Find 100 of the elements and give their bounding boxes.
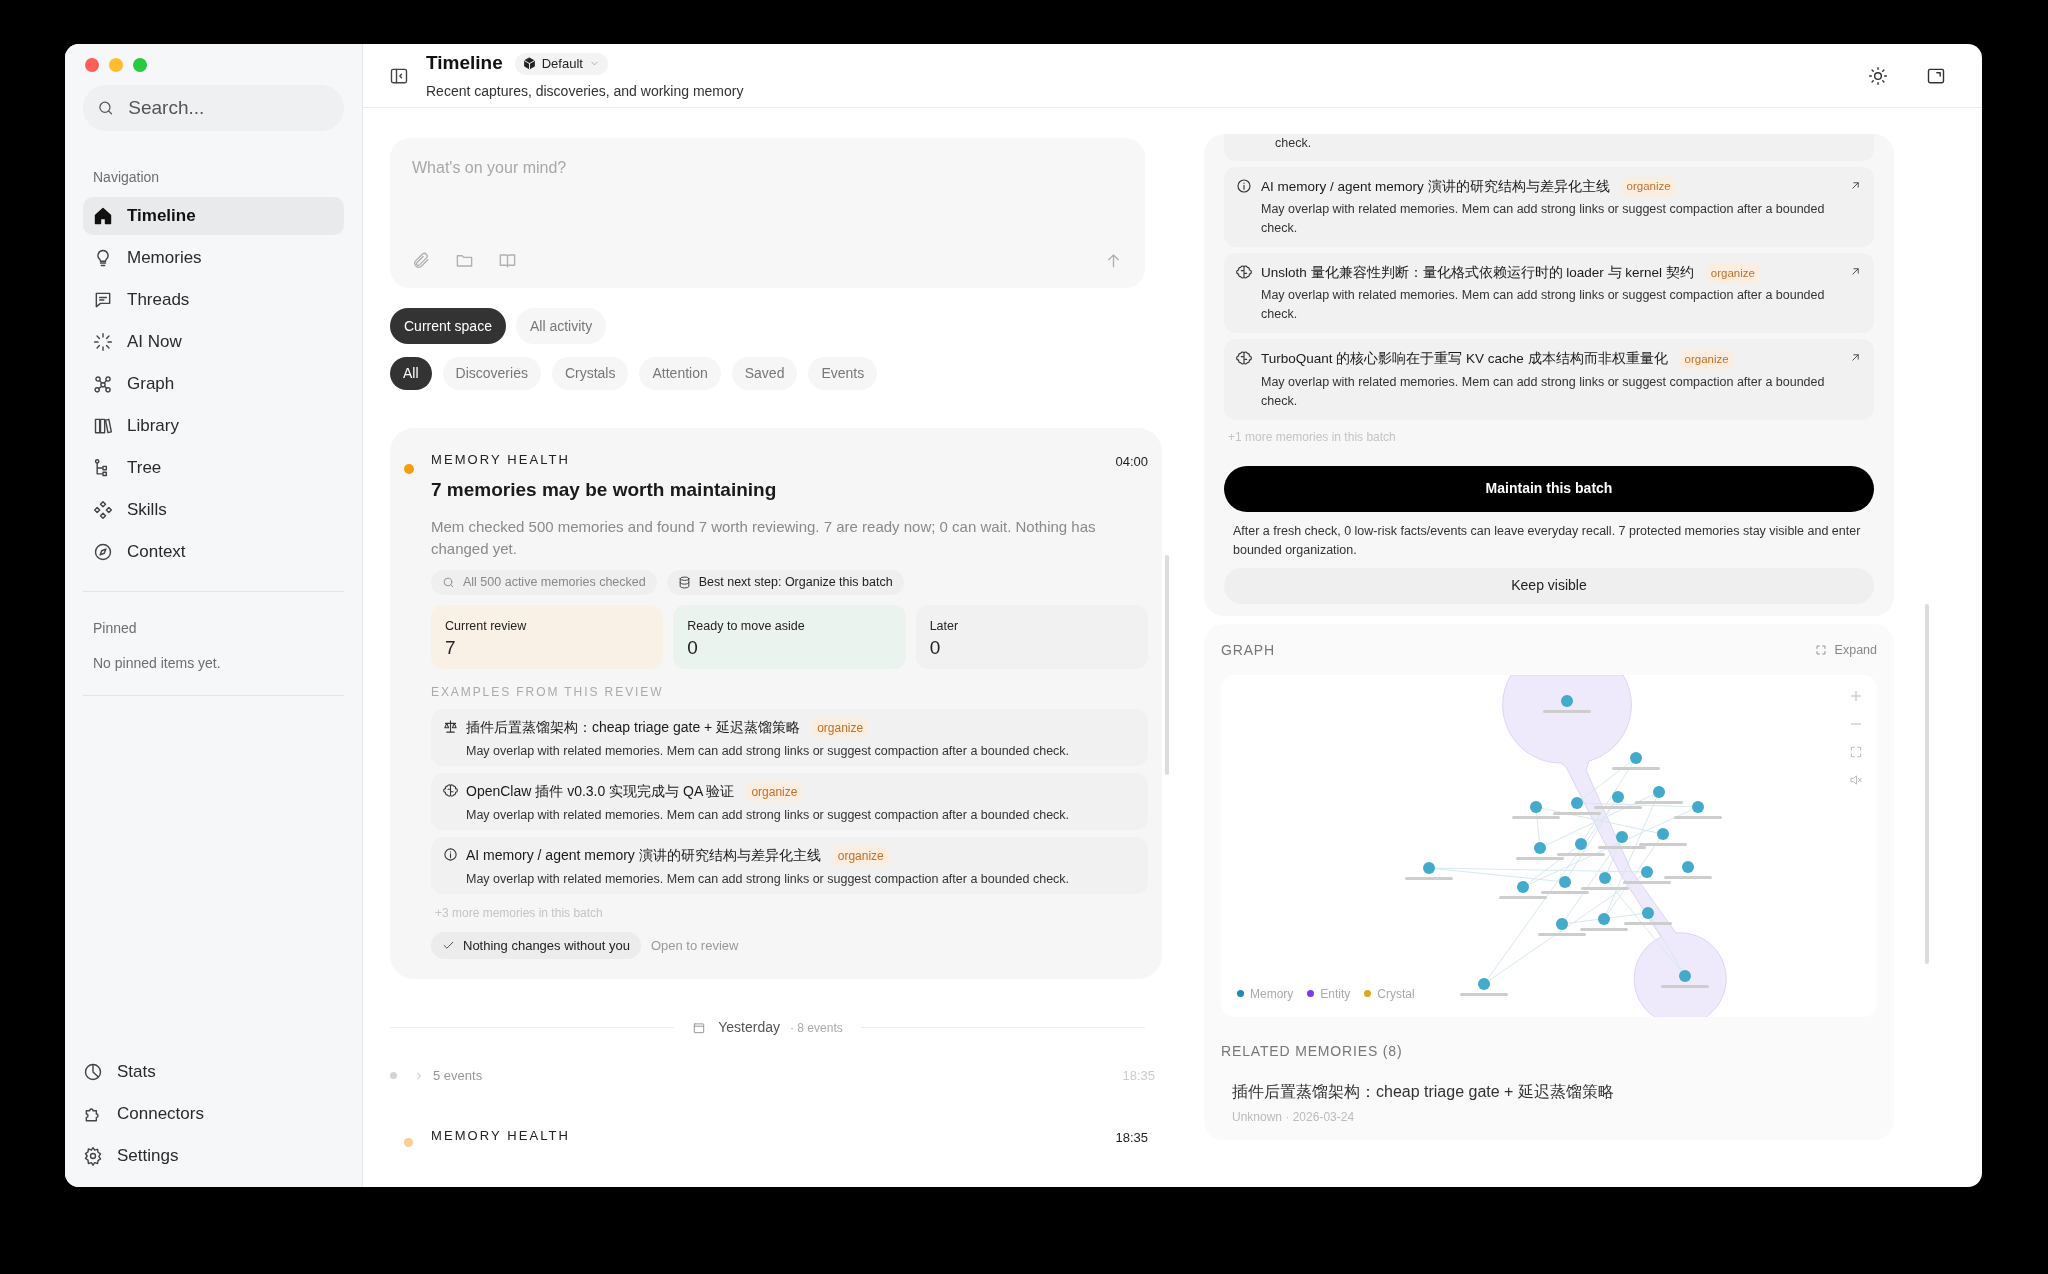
- graph-node[interactable]: [1512, 800, 1560, 819]
- window-control[interactable]: [109, 58, 123, 72]
- status-chip: Nothing changes without you: [431, 932, 641, 959]
- graph-node[interactable]: [1612, 751, 1660, 770]
- expand-icon: [1814, 644, 1827, 656]
- check-icon: [442, 939, 455, 952]
- graph-node[interactable]: [1516, 841, 1564, 860]
- graph-node[interactable]: [1543, 694, 1591, 713]
- nav-item[interactable]: Memories: [83, 239, 344, 277]
- graph-node[interactable]: [1674, 800, 1722, 819]
- fit-view-icon[interactable]: [1849, 744, 1863, 759]
- filter-chip[interactable]: Attention: [639, 357, 721, 390]
- nav-item[interactable]: Settings: [83, 1137, 344, 1175]
- graph-node[interactable]: [1405, 861, 1453, 880]
- memory-item[interactable]: 插件后置蒸馏架构：cheap triage gate + 延迟蒸馏策略 organize May overlap with related memories. Mem can add strong links or suggest compaction after a bounded check.: [431, 709, 1148, 766]
- graph-node[interactable]: [1557, 837, 1605, 856]
- graph-node[interactable]: [1541, 875, 1589, 894]
- graph-node[interactable]: [1580, 912, 1628, 931]
- memory-meta: Unknown · 2026-03-24: [1232, 1108, 1356, 1126]
- graph-node[interactable]: [1538, 917, 1586, 936]
- memory-item[interactable]: Unsloth 量化兼容性判断：量化格式依赖运行时的 loader 与 kernel 契约 organize May overlap with related memories. Mem can add strong links or suggest compaction after a bounded check.: [1224, 253, 1874, 334]
- graph-node[interactable]: [1623, 865, 1671, 884]
- date-label: Yesterday: [718, 1018, 781, 1037]
- nav-item[interactable]: Timeline: [83, 197, 344, 235]
- loader-icon: [93, 332, 113, 352]
- memory-description: check.: [1275, 135, 1313, 152]
- arrow-up-right-icon[interactable]: [1849, 265, 1862, 278]
- filter-chip[interactable]: Events: [808, 357, 878, 390]
- scrollbar[interactable]: [1925, 604, 1929, 964]
- graph-node[interactable]: [1460, 977, 1508, 996]
- memory-title[interactable]: 插件后置蒸馏架构：cheap triage gate + 延迟蒸馏策略: [1232, 1079, 1877, 1104]
- memory-item[interactable]: TurboQuant 的核心影响在于重写 KV cache 成本结构而非权重量化 organize May overlap with related memories. Mem can add strong links or suggest compaction after a bounded check.: [1224, 339, 1874, 420]
- stat-value: 0: [929, 635, 942, 660]
- memory-description: May overlap with related memories. Mem can add strong links or suggest compaction after a bounded check.: [466, 743, 1070, 760]
- graph-node[interactable]: [1594, 790, 1642, 809]
- filter-chip[interactable]: All: [390, 357, 432, 390]
- message-icon: [93, 290, 113, 310]
- mute-icon[interactable]: [1849, 772, 1863, 787]
- memory-item[interactable]: AI memory / agent memory 演讲的研究结构与差异化主线 organize May overlap with related memories. Mem can add strong links or suggest compaction after a bounded check.: [431, 837, 1148, 894]
- memory-title: 插件后置蒸馏架构：cheap triage gate + 延迟蒸馏策略: [466, 718, 801, 737]
- memory-description: May overlap with related memories. Mem can add strong links or suggest compaction after a bounded check.: [1261, 287, 1826, 324]
- search-field[interactable]: Search...: [83, 85, 344, 131]
- tag: organize: [1679, 349, 1734, 369]
- nav-item[interactable]: Library: [83, 407, 344, 445]
- window-control[interactable]: [85, 58, 99, 72]
- memory-item[interactable]: OpenClaw 插件 v0.3.0 实现完成与 QA 验证 organize May overlap with related memories. Mem can add strong links or suggest compaction after a bounded check.: [431, 773, 1148, 830]
- network-icon: [93, 374, 113, 394]
- scrollbar[interactable]: [1165, 555, 1169, 775]
- balance-icon: [443, 719, 458, 734]
- nav-item[interactable]: Skills: [83, 491, 344, 529]
- empty-state-text: No pinned items yet.: [92, 654, 222, 673]
- secondary-button[interactable]: Keep visible: [1224, 567, 1874, 604]
- composer-field[interactable]: What's on your mind?: [390, 138, 1145, 288]
- nav-item[interactable]: Tree: [83, 449, 344, 487]
- memory-title: OpenClaw 插件 v0.3.0 实现完成与 QA 验证: [466, 782, 735, 801]
- section-heading: Navigation: [92, 168, 161, 187]
- memory-description: May overlap with related memories. Mem can add strong links or suggest compaction after a bounded check.: [466, 807, 1070, 824]
- nav-item[interactable]: Context: [83, 533, 344, 571]
- settings-icon: [83, 1146, 103, 1166]
- primary-button[interactable]: Maintain this batch: [1224, 465, 1874, 512]
- filter-chip[interactable]: Crystals: [551, 357, 629, 390]
- graph-node[interactable]: [1661, 969, 1709, 988]
- scope-tab[interactable]: All activity: [515, 308, 607, 344]
- graph-node[interactable]: [1639, 827, 1687, 846]
- nav-item[interactable]: Connectors: [83, 1095, 344, 1133]
- search-input[interactable]: Search...: [128, 93, 330, 123]
- memory-item[interactable]: check.: [1224, 134, 1874, 161]
- event-title: 7 memories may be worth maintaining: [431, 477, 778, 502]
- nav-item[interactable]: AI Now: [83, 323, 344, 361]
- graph-node[interactable]: [1635, 785, 1683, 804]
- memory-item[interactable]: AI memory / agent memory 演讲的研究结构与差异化主线 organize May overlap with related memories. Mem can add strong links or suggest compaction after a bounded check.: [1224, 166, 1874, 247]
- filter-chip[interactable]: Discoveries: [442, 357, 541, 390]
- graph-node[interactable]: [1553, 796, 1601, 815]
- stat-label: Ready to move aside: [687, 618, 806, 635]
- space-selector[interactable]: Default: [514, 52, 608, 75]
- sun-icon[interactable]: [1868, 65, 1888, 86]
- scope-tab[interactable]: Current space: [390, 308, 506, 344]
- tag: organize: [1621, 177, 1676, 197]
- filter-chip[interactable]: Saved: [731, 357, 798, 390]
- book-icon[interactable]: [498, 251, 517, 270]
- window-control[interactable]: [133, 58, 147, 72]
- graph-node[interactable]: [1664, 860, 1712, 879]
- composer-input[interactable]: What's on your mind?: [412, 156, 1123, 251]
- stat-value: 7: [445, 635, 457, 660]
- brain-icon: [1236, 264, 1252, 280]
- paperclip-icon[interactable]: [412, 251, 431, 270]
- nav-item[interactable]: Graph: [83, 365, 344, 403]
- tag: organize: [832, 845, 889, 866]
- graph-node[interactable]: [1624, 906, 1672, 925]
- nav-item[interactable]: Stats: [83, 1053, 344, 1091]
- search-icon: [442, 576, 455, 589]
- expand-button[interactable]: Expand: [1814, 640, 1877, 660]
- diamonds-icon: [93, 500, 113, 520]
- memory-title: AI memory / agent memory 演讲的研究结构与差异化主线: [1261, 177, 1610, 196]
- nav-item[interactable]: Threads: [83, 281, 344, 319]
- zoom-in-icon[interactable]: [1849, 688, 1863, 703]
- graph-node[interactable]: [1499, 880, 1547, 899]
- graph-node[interactable]: [1598, 830, 1646, 849]
- graph-node[interactable]: [1581, 871, 1629, 890]
- info-icon: [1236, 177, 1252, 194]
